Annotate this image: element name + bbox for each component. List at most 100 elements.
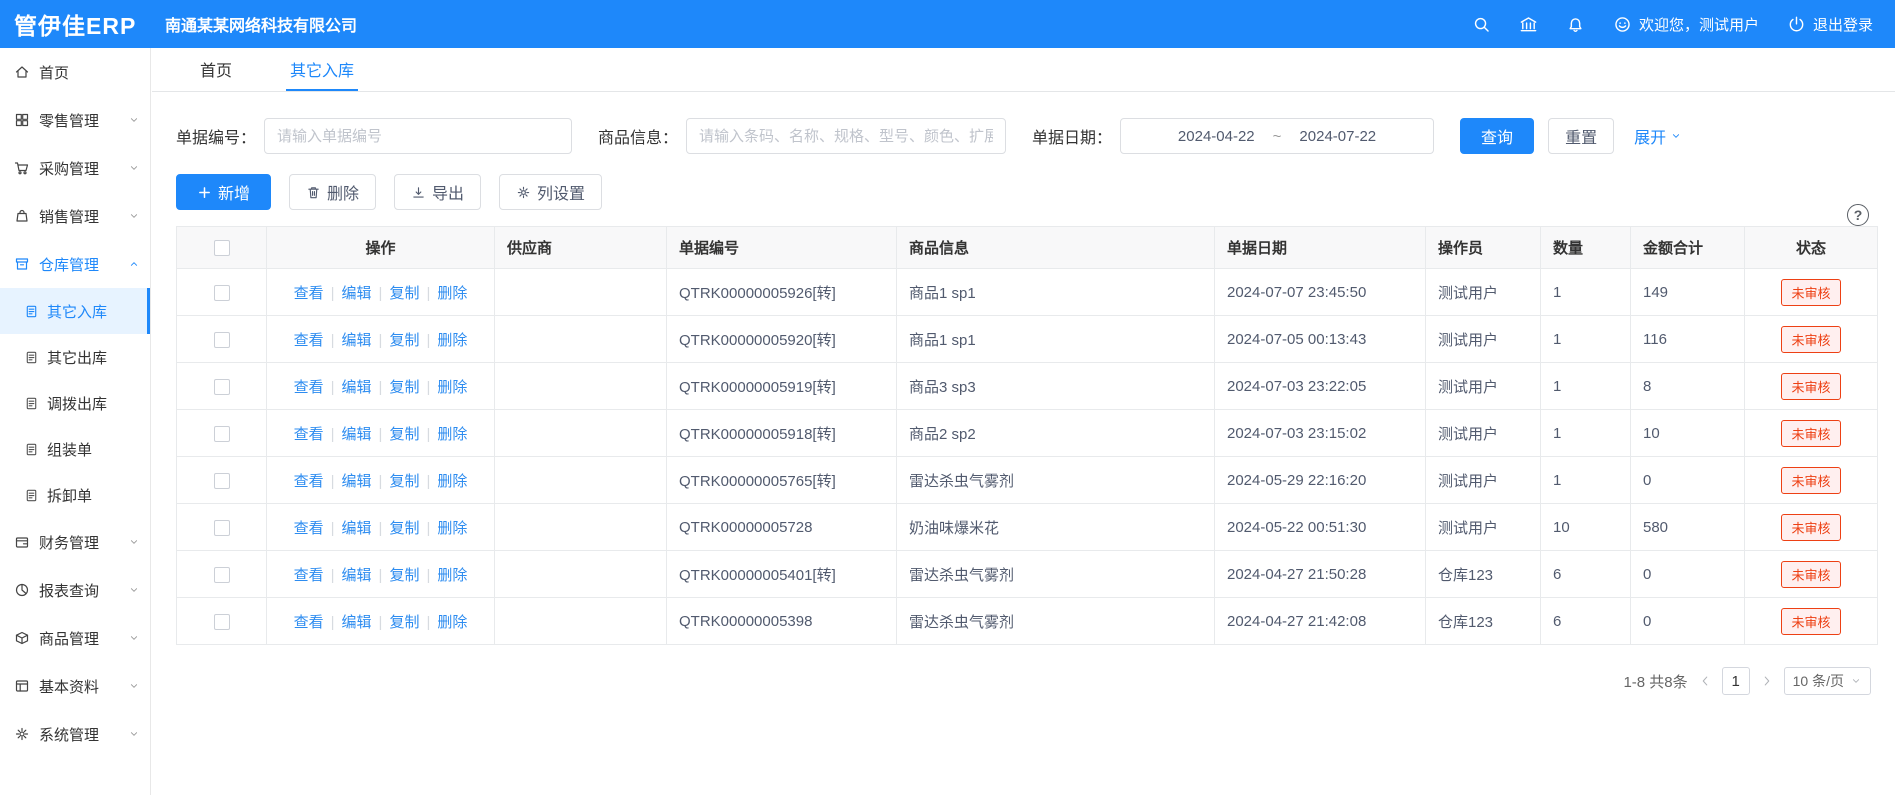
row-action-delete[interactable]: 删除 [437, 614, 467, 631]
order-no-input[interactable] [264, 118, 572, 154]
cell-qty: 1 [1541, 269, 1631, 316]
delete-button[interactable]: 删除 [289, 174, 376, 210]
next-page-icon[interactable] [1760, 674, 1774, 688]
action-separator: | [331, 285, 335, 302]
row-action-edit[interactable]: 编辑 [342, 379, 372, 396]
row-checkbox[interactable] [214, 426, 230, 442]
reset-button[interactable]: 重置 [1548, 118, 1614, 154]
row-checkbox[interactable] [214, 379, 230, 395]
select-all-checkbox[interactable] [214, 240, 230, 256]
row-checkbox[interactable] [214, 285, 230, 301]
sidebar-subitem-transfer-outbound[interactable]: 调拨出库 [0, 380, 150, 426]
product-info-label: 商品信息： [598, 124, 678, 148]
sidebar-subitem-other-inbound[interactable]: 其它入库 [0, 288, 150, 334]
action-separator: | [379, 520, 383, 537]
row-action-copy[interactable]: 复制 [389, 426, 419, 443]
row-action-view[interactable]: 查看 [294, 473, 324, 490]
row-checkbox[interactable] [214, 473, 230, 489]
sidebar-item-sales[interactable]: 销售管理 [0, 192, 150, 240]
row-action-view[interactable]: 查看 [294, 520, 324, 537]
query-button[interactable]: 查询 [1460, 118, 1534, 154]
column-header: 金额合计 [1631, 227, 1745, 269]
sidebar-item-report[interactable]: 报表查询 [0, 566, 150, 614]
expand-toggle[interactable]: 展开 [1634, 124, 1682, 148]
date-from[interactable]: 2024-04-22 [1178, 128, 1255, 145]
row-action-copy[interactable]: 复制 [389, 332, 419, 349]
sidebar-item-home[interactable]: 首页 [0, 48, 150, 96]
row-checkbox[interactable] [214, 332, 230, 348]
row-action-copy[interactable]: 复制 [389, 567, 419, 584]
search-icon[interactable] [1472, 15, 1491, 34]
row-action-view[interactable]: 查看 [294, 614, 324, 631]
row-action-delete[interactable]: 删除 [437, 332, 467, 349]
app-window: 管伊佳ERP 南通某某网络科技有限公司 欢迎您，测试用户 退出登录 首页零售管理… [0, 0, 1895, 795]
logout-button[interactable]: 退出登录 [1787, 14, 1873, 35]
row-action-edit[interactable]: 编辑 [342, 285, 372, 302]
sidebar-item-product[interactable]: 商品管理 [0, 614, 150, 662]
row-action-copy[interactable]: 复制 [389, 473, 419, 490]
cell-product: 雷达杀虫气雾剂 [897, 457, 1215, 504]
row-action-delete[interactable]: 删除 [437, 426, 467, 443]
date-to[interactable]: 2024-07-22 [1299, 128, 1376, 145]
cell-operator: 测试用户 [1426, 504, 1541, 551]
row-action-view[interactable]: 查看 [294, 567, 324, 584]
sidebar-item-warehouse[interactable]: 仓库管理 [0, 240, 150, 288]
table-body: 查看|编辑|复制|删除QTRK00000005926[转]商品1 sp12024… [177, 269, 1878, 645]
sidebar-item-finance[interactable]: 财务管理 [0, 518, 150, 566]
row-action-view[interactable]: 查看 [294, 426, 324, 443]
row-action-delete[interactable]: 删除 [437, 285, 467, 302]
export-button[interactable]: 导出 [394, 174, 481, 210]
row-action-view[interactable]: 查看 [294, 285, 324, 302]
chevron-down-icon [128, 114, 140, 126]
sidebar-subitem-other-outbound[interactable]: 其它出库 [0, 334, 150, 380]
status-badge: 未审核 [1781, 608, 1840, 635]
row-action-edit[interactable]: 编辑 [342, 567, 372, 584]
action-separator: | [426, 614, 430, 631]
sidebar-item-retail[interactable]: 零售管理 [0, 96, 150, 144]
sidebar-subitem-disassembly[interactable]: 拆卸单 [0, 472, 150, 518]
sidebar-subitem-assembly[interactable]: 组装单 [0, 426, 150, 472]
row-action-view[interactable]: 查看 [294, 332, 324, 349]
bank-icon[interactable] [1519, 15, 1538, 34]
sidebar-item-basic[interactable]: 基本资料 [0, 662, 150, 710]
row-action-copy[interactable]: 复制 [389, 379, 419, 396]
row-action-copy[interactable]: 复制 [389, 614, 419, 631]
row-action-edit[interactable]: 编辑 [342, 520, 372, 537]
row-checkbox[interactable] [214, 614, 230, 630]
row-action-edit[interactable]: 编辑 [342, 332, 372, 349]
add-button[interactable]: 新增 [176, 174, 271, 210]
row-action-delete[interactable]: 删除 [437, 473, 467, 490]
bell-icon[interactable] [1566, 15, 1585, 34]
help-icon[interactable]: ? [1847, 204, 1869, 226]
row-action-copy[interactable]: 复制 [389, 520, 419, 537]
export-label: 导出 [432, 180, 464, 204]
user-welcome[interactable]: 欢迎您，测试用户 [1613, 14, 1759, 35]
status-badge: 未审核 [1781, 467, 1840, 494]
page-number[interactable]: 1 [1722, 667, 1750, 695]
column-settings-button[interactable]: 列设置 [499, 174, 602, 210]
action-separator: | [426, 426, 430, 443]
cell-product: 商品1 sp1 [897, 316, 1215, 363]
cell-date: 2024-07-03 23:22:05 [1215, 363, 1426, 410]
action-separator: | [379, 614, 383, 631]
tab-other-inbound[interactable]: 其它入库 [286, 48, 358, 91]
row-action-copy[interactable]: 复制 [389, 285, 419, 302]
row-action-view[interactable]: 查看 [294, 379, 324, 396]
row-action-edit[interactable]: 编辑 [342, 426, 372, 443]
document-icon [24, 304, 39, 319]
row-action-edit[interactable]: 编辑 [342, 473, 372, 490]
tab-home[interactable]: 首页 [196, 48, 236, 91]
row-action-edit[interactable]: 编辑 [342, 614, 372, 631]
row-checkbox[interactable] [214, 520, 230, 536]
prev-page-icon[interactable] [1698, 674, 1712, 688]
row-action-delete[interactable]: 删除 [437, 567, 467, 584]
row-checkbox[interactable] [214, 567, 230, 583]
sidebar-item-purchase[interactable]: 采购管理 [0, 144, 150, 192]
row-action-delete[interactable]: 删除 [437, 379, 467, 396]
page-size-select[interactable]: 10 条/页 [1784, 667, 1871, 695]
product-info-input[interactable] [686, 118, 1006, 154]
row-action-delete[interactable]: 删除 [437, 520, 467, 537]
table-row: 查看|编辑|复制|删除QTRK00000005401[转]雷达杀虫气雾剂2024… [177, 551, 1878, 598]
sidebar-item-system[interactable]: 系统管理 [0, 710, 150, 758]
date-range-picker[interactable]: 2024-04-22 ~ 2024-07-22 [1120, 118, 1434, 154]
